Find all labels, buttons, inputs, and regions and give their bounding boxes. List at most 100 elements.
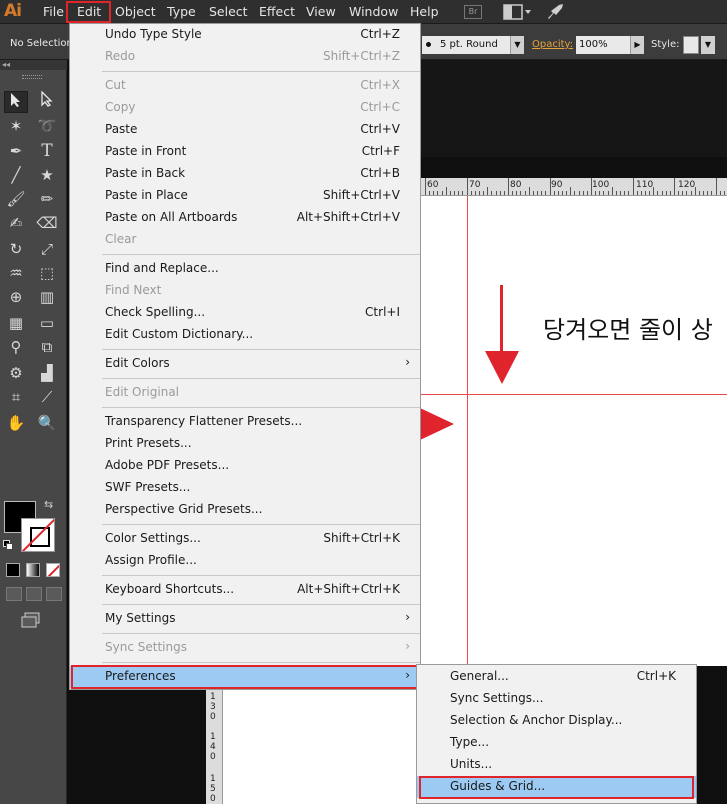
bridge-button[interactable]: Br [464, 5, 482, 19]
style-label: Style: [651, 39, 680, 50]
shape-builder-tool-icon[interactable]: ⊕ [4, 286, 28, 308]
submenu-item-sync-settings[interactable]: Sync Settings... [417, 688, 696, 710]
menu-item-undo-type-style[interactable]: Undo Type Style Ctrl+Z [70, 24, 420, 46]
menu-item-print-presets[interactable]: Print Presets... [70, 433, 420, 455]
color-mode-button[interactable] [6, 563, 20, 577]
menu-item-adobe-pdf-presets[interactable]: Adobe PDF Presets... [70, 455, 420, 477]
menu-item-shortcut: Ctrl+I [365, 305, 400, 319]
screen-mode-icon[interactable] [21, 612, 41, 628]
menu-item-swf-presets[interactable]: SWF Presets... [70, 477, 420, 499]
scale-tool-icon[interactable]: ⤢ [35, 238, 59, 260]
draw-normal-icon[interactable] [6, 587, 22, 601]
menu-help[interactable]: Help [410, 4, 439, 19]
free-transform-tool-icon[interactable]: ⬚ [35, 262, 59, 284]
gradient-mode-button[interactable] [26, 563, 40, 577]
menu-item-keyboard-shortcuts[interactable]: Keyboard Shortcuts... Alt+Shift+Ctrl+K [70, 579, 420, 601]
none-mode-button[interactable] [46, 563, 60, 577]
magic-wand-tool-icon[interactable]: ✶ [4, 115, 28, 137]
menu-separator [102, 407, 420, 408]
menu-item-paste-in-front[interactable]: Paste in Front Ctrl+F [70, 141, 420, 163]
menu-select[interactable]: Select [209, 4, 248, 19]
chevron-down-icon[interactable]: ▼ [510, 36, 524, 54]
opacity-field[interactable]: 100% ▶ [576, 36, 644, 54]
lasso-tool-icon[interactable]: ➰ [35, 115, 59, 137]
menu-window[interactable]: Window [349, 4, 398, 19]
draw-behind-icon[interactable] [26, 587, 42, 601]
warp-tool-icon[interactable]: ♒ [4, 262, 28, 284]
pen-tool-icon[interactable]: ✒ [4, 140, 28, 162]
type-tool-icon[interactable]: T [35, 140, 59, 162]
menu-effect[interactable]: Effect [259, 4, 295, 19]
gradient-tool-icon[interactable]: ▭ [35, 312, 59, 334]
menu-item-perspective-grid-presets[interactable]: Perspective Grid Presets... [70, 499, 420, 521]
arrange-documents-icon[interactable] [503, 4, 533, 20]
ruler-tick [678, 191, 680, 195]
panel-grip[interactable] [22, 75, 42, 79]
pencil-tool-icon[interactable]: ✏ [35, 188, 59, 210]
menu-item-paste-in-place[interactable]: Paste in Place Shift+Ctrl+V [70, 185, 420, 207]
slice-tool-icon[interactable]: ⟋ [35, 386, 59, 408]
eraser-tool-icon[interactable]: ⌫ [35, 212, 59, 234]
menu-item-find-and-replace[interactable]: Find and Replace... [70, 258, 420, 280]
collapse-panel-icon[interactable]: ◂◂ [0, 60, 67, 70]
zoom-tool-icon[interactable]: 🔍 [35, 412, 59, 434]
horizontal-guide[interactable] [420, 394, 727, 395]
menu-item-my-settings[interactable]: My Settings › [70, 608, 420, 630]
menu-view[interactable]: View [306, 4, 336, 19]
menu-object[interactable]: Object [115, 4, 156, 19]
gpu-performance-icon[interactable] [545, 3, 565, 21]
chevron-right-icon[interactable]: ▶ [630, 36, 644, 54]
submenu-item-type[interactable]: Type... [417, 732, 696, 754]
submenu-item-general[interactable]: General... Ctrl+K [417, 666, 696, 688]
paintbrush-tool-icon[interactable]: 🖌 [4, 188, 28, 210]
artboard-lower[interactable] [223, 690, 418, 804]
symbol-sprayer-tool-icon[interactable]: ⚙ [4, 362, 28, 384]
menu-item-paste-in-back[interactable]: Paste in Back Ctrl+B [70, 163, 420, 185]
chevron-right-icon: › [405, 639, 410, 653]
opacity-label[interactable]: Opacity: [532, 39, 573, 50]
menu-item-transparency-flattener-presets[interactable]: Transparency Flattener Presets... [70, 411, 420, 433]
eyedropper-tool-icon[interactable]: ⚲ [4, 336, 28, 358]
column-graph-tool-icon[interactable]: ▟ [35, 362, 59, 384]
hand-tool-icon[interactable]: ✋ [4, 412, 28, 434]
ruler-tick [607, 191, 609, 195]
artboard-tool-icon[interactable]: ⌗ [4, 386, 28, 408]
menu-item-assign-profile[interactable]: Assign Profile... [70, 550, 420, 572]
menu-item-check-spelling[interactable]: Check Spelling... Ctrl+I [70, 302, 420, 324]
submenu-item-guides-and-grid[interactable]: Guides & Grid... [417, 776, 696, 798]
line-tool-icon[interactable]: ╱ [4, 164, 28, 186]
style-swatch[interactable] [683, 36, 699, 54]
chevron-down-icon[interactable]: ▼ [701, 36, 715, 54]
menu-item-edit-custom-dictionary[interactable]: Edit Custom Dictionary... [70, 324, 420, 346]
horizontal-ruler[interactable]: 60 70 80 90 100 110 120 [420, 178, 727, 196]
star-tool-icon[interactable]: ★ [35, 164, 59, 186]
selection-tool-icon[interactable] [4, 91, 28, 113]
menu-item-preferences[interactable]: Preferences › [70, 666, 420, 688]
menu-item-paste-on-all-artboards[interactable]: Paste on All Artboards Alt+Shift+Ctrl+V [70, 207, 420, 229]
stroke-profile-dropdown[interactable]: 5 pt. Round ▼ [422, 36, 524, 54]
menu-item-shortcut: Ctrl+X [360, 78, 400, 92]
menu-item-shortcut: Ctrl+C [360, 100, 400, 114]
menu-item-edit-colors[interactable]: Edit Colors › [70, 353, 420, 375]
ruler-tick [686, 191, 688, 195]
menu-item-color-settings[interactable]: Color Settings... Shift+Ctrl+K [70, 528, 420, 550]
stroke-color-swatch[interactable] [21, 518, 55, 552]
default-fill-stroke-icon[interactable] [3, 540, 13, 550]
direct-selection-tool-icon[interactable] [35, 90, 59, 113]
blend-tool-icon[interactable]: ⧉ [35, 336, 59, 358]
vertical-ruler[interactable]: 1 3 0 1 4 0 1 5 0 [206, 690, 223, 804]
swap-fill-stroke-icon[interactable]: ⇆ [44, 498, 53, 511]
blob-brush-tool-icon[interactable]: ✍ [4, 212, 28, 234]
mesh-tool-icon[interactable]: ▦ [4, 312, 28, 334]
submenu-item-selection-anchor-display[interactable]: Selection & Anchor Display... [417, 710, 696, 732]
vertical-guide[interactable] [467, 196, 468, 666]
ruler-digit: 0 [210, 752, 216, 762]
menu-type[interactable]: Type [167, 4, 196, 19]
perspective-grid-tool-icon[interactable]: ▥ [35, 286, 59, 308]
rotate-tool-icon[interactable]: ↻ [4, 238, 28, 260]
submenu-item-units[interactable]: Units... [417, 754, 696, 776]
menu-item-paste[interactable]: Paste Ctrl+V [70, 119, 420, 141]
draw-inside-icon[interactable] [46, 587, 62, 601]
ruler-tick [649, 191, 651, 195]
menu-file[interactable]: File [43, 4, 64, 19]
